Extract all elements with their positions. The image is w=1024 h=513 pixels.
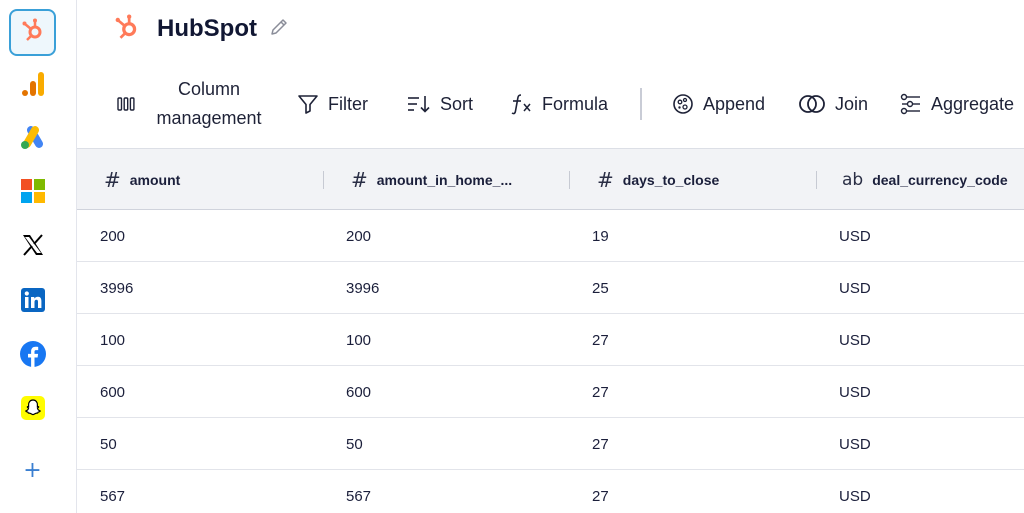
column-management-button[interactable]: Column management xyxy=(117,74,274,134)
table-row[interactable]: 3996 3996 25 USD xyxy=(77,262,1024,314)
microsoft-icon xyxy=(20,179,45,208)
linkedin-icon xyxy=(20,288,45,317)
snapchat-icon xyxy=(20,396,45,425)
table-cell: 50 xyxy=(100,435,117,453)
table-row[interactable]: 200 200 19 USD xyxy=(77,210,1024,262)
table-cell: 27 xyxy=(592,435,609,453)
column-divider[interactable] xyxy=(323,171,324,189)
table-cell: 25 xyxy=(592,279,609,297)
hubspot-logo-icon xyxy=(115,14,139,45)
sort-label: Sort xyxy=(440,93,474,114)
table-cell: 200 xyxy=(100,227,126,245)
table-row[interactable]: 600 600 27 USD xyxy=(77,366,1024,418)
table-row[interactable]: 50 50 27 USD xyxy=(77,418,1024,470)
columns-icon xyxy=(117,96,135,112)
table-cell: 567 xyxy=(100,487,126,505)
join-label: Join xyxy=(835,93,869,114)
column-header-label: amount xyxy=(129,171,181,188)
column-header-days-to-close[interactable]: # days_to_close xyxy=(597,149,719,210)
source-google-ads[interactable] xyxy=(9,116,56,163)
column-divider[interactable] xyxy=(569,171,570,189)
formula-label: Formula xyxy=(542,93,609,114)
number-type-icon: # xyxy=(351,167,368,192)
table-row[interactable]: 567 567 27 USD xyxy=(77,470,1024,513)
aggregate-icon xyxy=(900,93,922,115)
column-header-amount-in-home[interactable]: # amount_in_home_... xyxy=(351,149,512,210)
data-table: # amount # amount_in_home_... # days_to_… xyxy=(77,148,1024,513)
source-microsoft[interactable] xyxy=(9,170,56,217)
table-cell: 567 xyxy=(346,487,372,505)
source-hubspot[interactable] xyxy=(9,9,56,56)
pencil-icon xyxy=(269,17,289,42)
source-rail: + xyxy=(0,0,77,513)
filter-button[interactable]: Filter xyxy=(297,74,368,134)
column-header-deal-currency-code[interactable]: ab deal_currency_code xyxy=(842,149,1008,210)
table-cell: 100 xyxy=(346,331,372,349)
toolbar-divider xyxy=(640,88,642,120)
append-icon xyxy=(672,93,694,115)
source-linkedin[interactable] xyxy=(9,279,56,326)
title-row: HubSpot xyxy=(115,12,289,46)
table-cell: 3996 xyxy=(100,279,134,297)
table-cell: 27 xyxy=(592,331,609,349)
facebook-icon xyxy=(19,341,46,372)
source-snapchat[interactable] xyxy=(9,387,56,434)
edit-title-button[interactable] xyxy=(269,17,289,42)
text-type-icon: ab xyxy=(842,169,864,190)
x-icon xyxy=(22,234,44,261)
table-cell: USD xyxy=(839,383,871,401)
filter-icon xyxy=(297,93,319,115)
google-ads-icon xyxy=(19,125,47,154)
column-header-label: amount_in_home_... xyxy=(376,171,513,188)
add-source-button[interactable]: + xyxy=(9,447,56,494)
source-facebook[interactable] xyxy=(9,333,56,380)
table-cell: 50 xyxy=(346,435,363,453)
number-type-icon: # xyxy=(597,167,614,192)
table-cell: 100 xyxy=(100,331,126,349)
column-divider[interactable] xyxy=(816,171,817,189)
column-management-label: Column management xyxy=(156,79,262,128)
hubspot-icon xyxy=(22,18,44,47)
page-title: HubSpot xyxy=(157,15,257,42)
table-cell: 19 xyxy=(592,227,609,245)
table-cell: USD xyxy=(839,331,871,349)
aggregate-button[interactable]: Aggregate xyxy=(900,74,1014,134)
append-label: Append xyxy=(703,93,766,114)
column-header-label: days_to_close xyxy=(622,171,720,188)
filter-label: Filter xyxy=(328,93,368,114)
table-cell: USD xyxy=(839,227,871,245)
column-header-label: deal_currency_code xyxy=(872,171,1008,188)
table-cell: 200 xyxy=(346,227,372,245)
table-cell: 27 xyxy=(592,487,609,505)
source-google-analytics[interactable] xyxy=(9,63,56,110)
table-cell: 3996 xyxy=(346,279,380,297)
table-cell: 600 xyxy=(100,383,126,401)
number-type-icon: # xyxy=(104,167,121,192)
column-header-amount[interactable]: # amount xyxy=(104,149,180,210)
join-icon xyxy=(798,94,826,114)
aggregate-label: Aggregate xyxy=(931,93,1015,114)
header: HubSpot Column management Filter Sort Fo… xyxy=(77,0,1024,148)
table-cell: USD xyxy=(839,279,871,297)
table-cell: 600 xyxy=(346,383,372,401)
table-header: # amount # amount_in_home_... # days_to_… xyxy=(77,148,1024,210)
append-button[interactable]: Append xyxy=(672,74,765,134)
table-cell: 27 xyxy=(592,383,609,401)
table-row[interactable]: 100 100 27 USD xyxy=(77,314,1024,366)
sort-icon xyxy=(407,94,431,114)
toolbar: Column management Filter Sort Formula Ap… xyxy=(77,74,1024,134)
source-x[interactable] xyxy=(9,224,56,271)
formula-icon xyxy=(509,93,533,115)
plus-icon: + xyxy=(23,458,42,483)
formula-button[interactable]: Formula xyxy=(509,74,608,134)
join-button[interactable]: Join xyxy=(798,74,868,134)
table-cell: USD xyxy=(839,435,871,453)
google-analytics-icon xyxy=(21,71,45,102)
table-cell: USD xyxy=(839,487,871,505)
sort-button[interactable]: Sort xyxy=(407,74,473,134)
